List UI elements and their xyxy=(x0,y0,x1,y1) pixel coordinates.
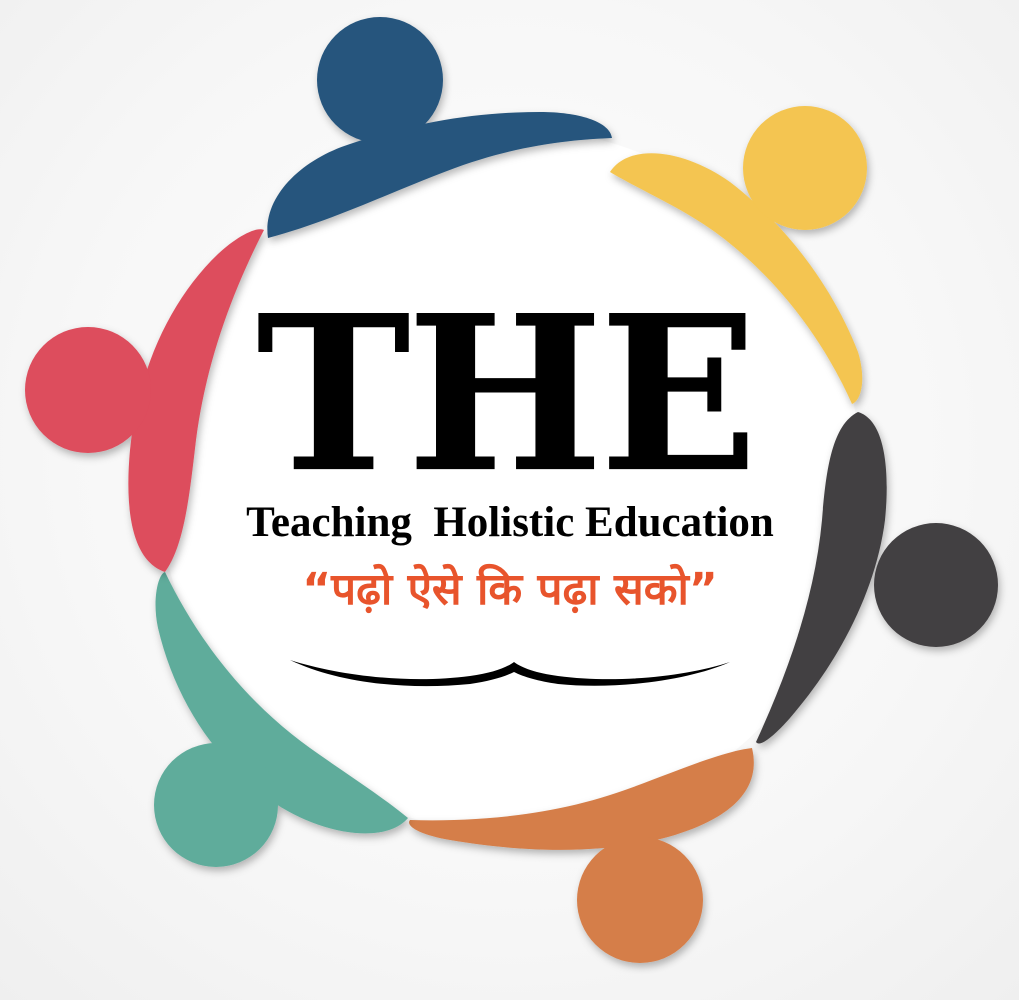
logo-acronym: THE xyxy=(256,269,758,521)
logo-canvas: THE Teaching Holistic Education “पढ़ो ऐस… xyxy=(0,0,1019,1000)
hindi-tagline: “पढ़ो ऐसे कि पढ़ा सको” xyxy=(302,564,718,615)
organization-name: Teaching Holistic Education xyxy=(246,499,774,546)
